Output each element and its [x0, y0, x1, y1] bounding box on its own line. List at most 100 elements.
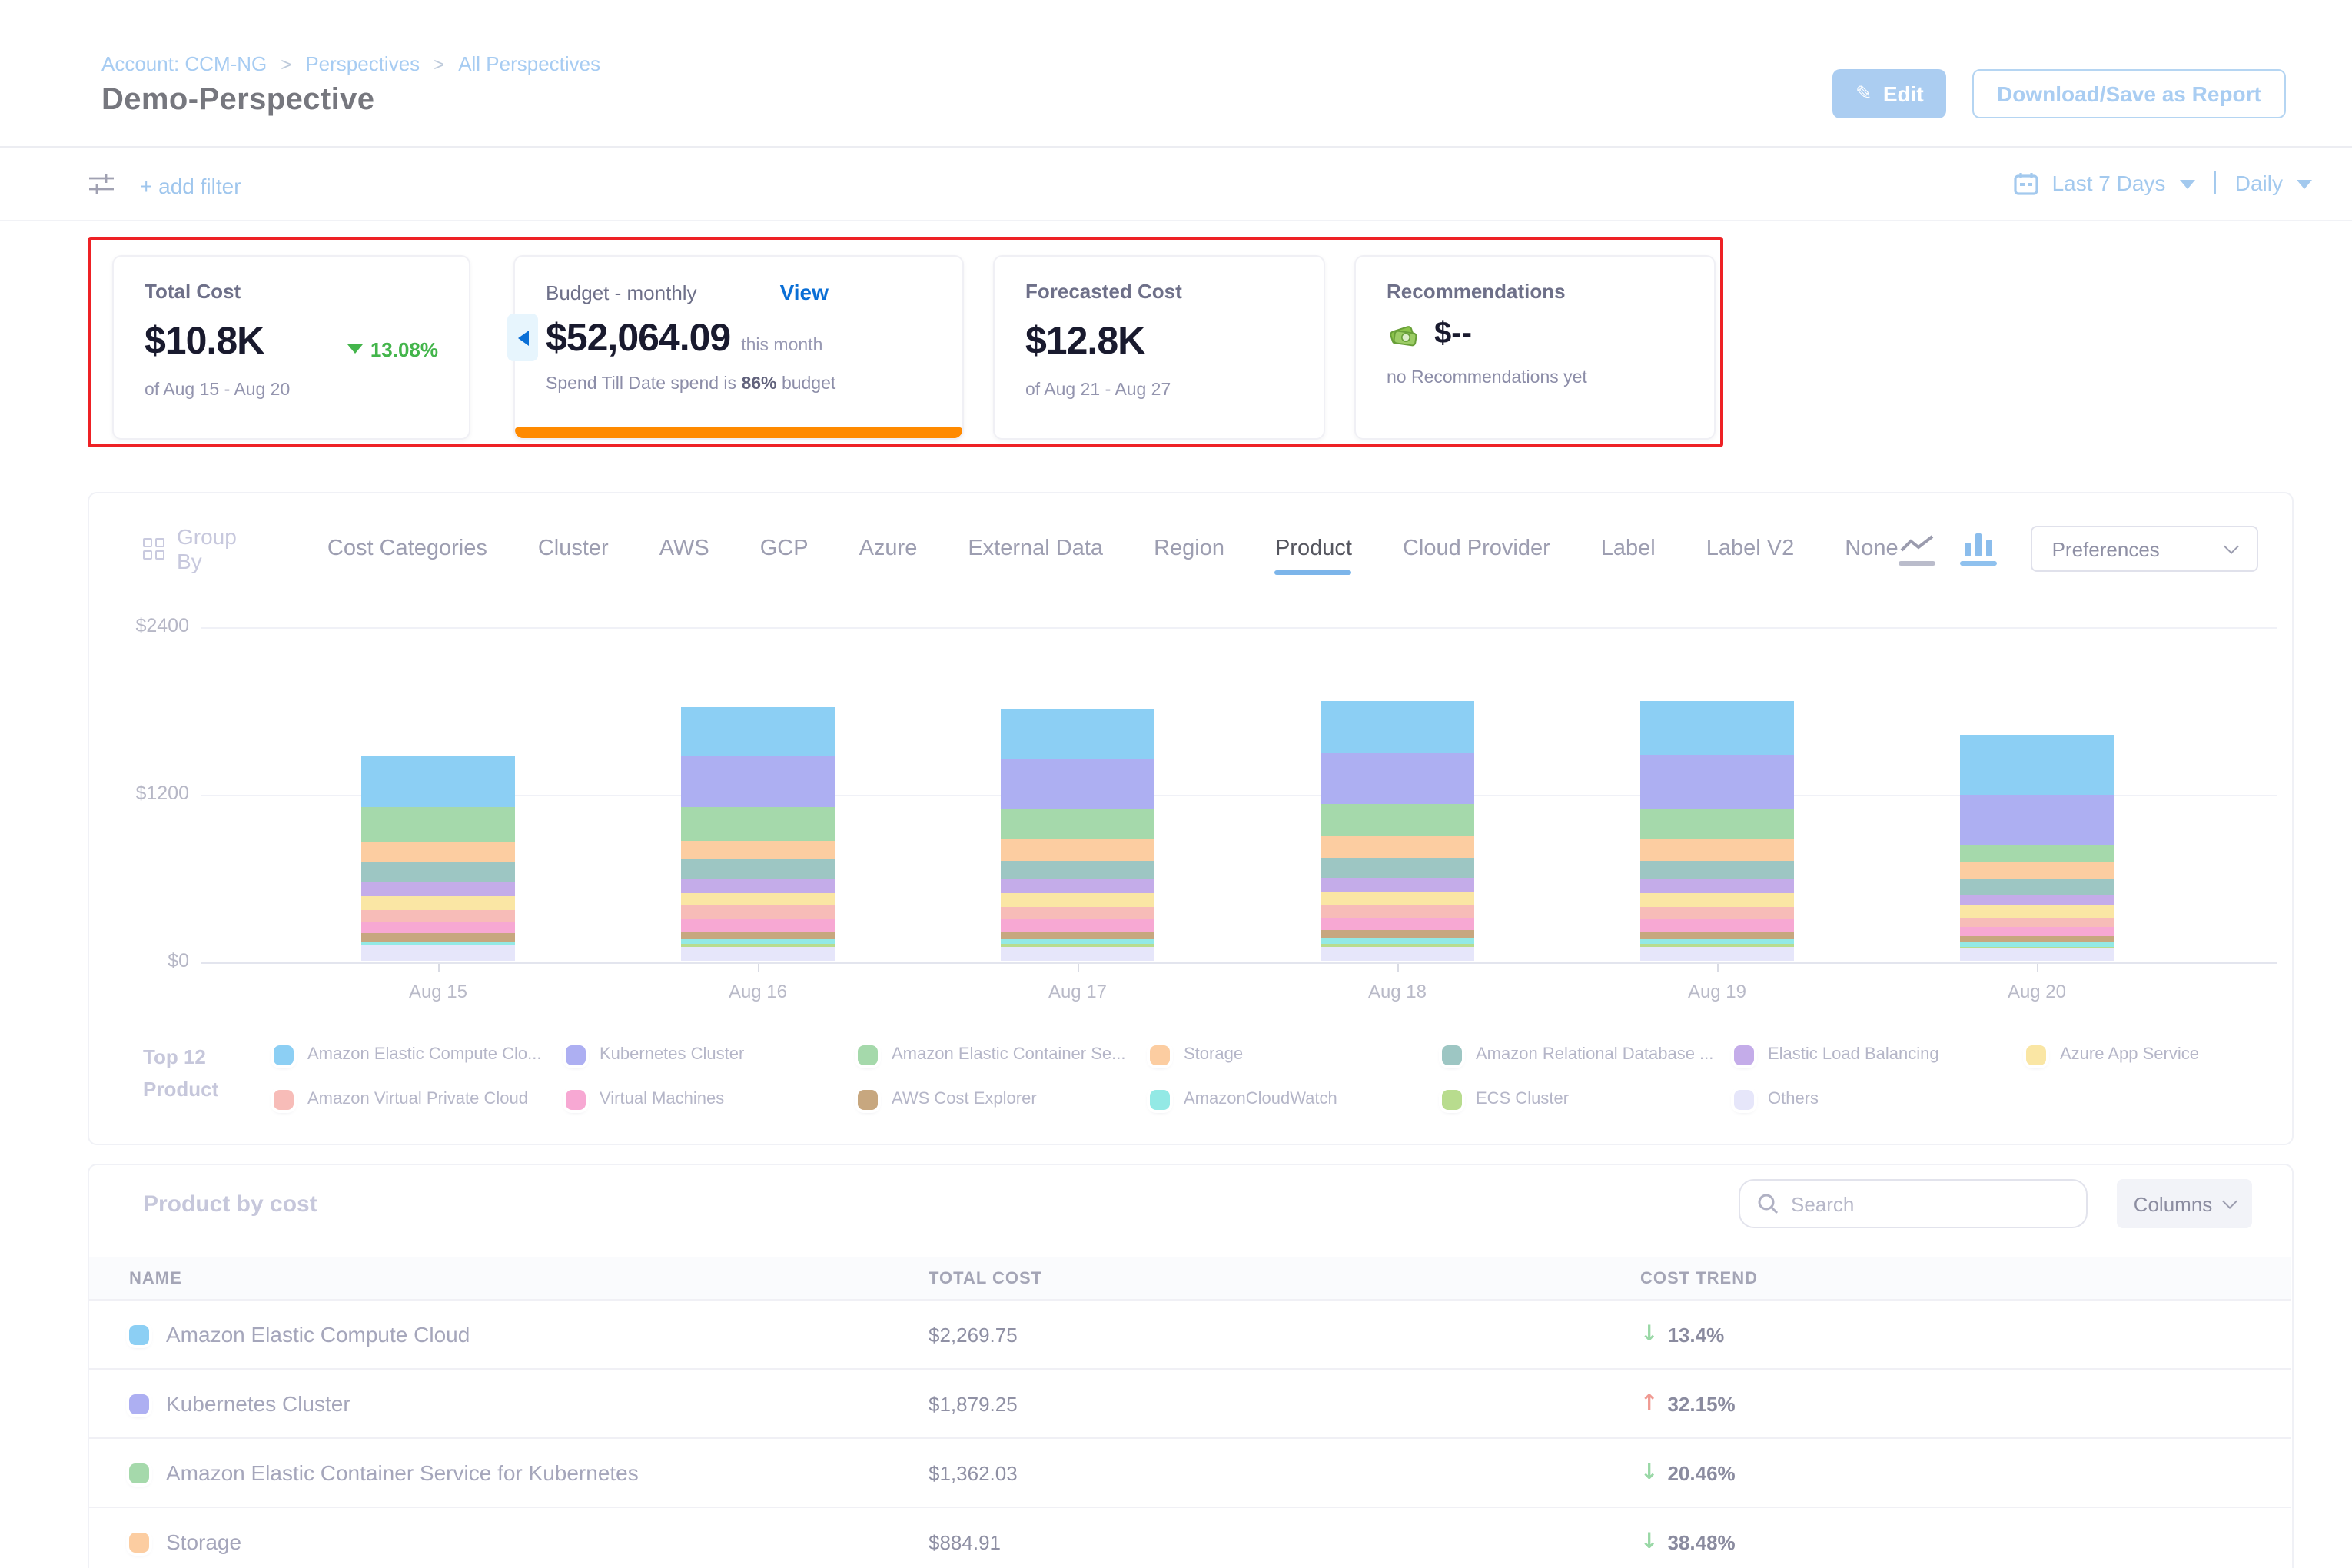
legend-swatch — [1734, 1089, 1754, 1109]
row-total-cost: $2,269.75 — [929, 1323, 1640, 1346]
groupby-tab-label-v2[interactable]: Label V2 — [1706, 537, 1795, 561]
bar-segment — [1001, 709, 1154, 759]
bar-segment — [1001, 809, 1154, 840]
bar-segment — [1640, 939, 1794, 945]
previous-card-button[interactable] — [507, 314, 538, 361]
y-axis-tick-label: $1200 — [97, 782, 189, 804]
stacked-bar-aug-16[interactable] — [681, 708, 835, 961]
legend-item[interactable]: Kubernetes Cluster — [566, 1042, 858, 1067]
chart-panel: Group By Cost CategoriesClusterAWSGCPAzu… — [88, 492, 2294, 1145]
line-chart-icon[interactable] — [1899, 533, 1935, 565]
table-row[interactable]: Amazon Elastic Container Service for Kub… — [89, 1439, 2291, 1508]
breadcrumb-item[interactable]: Account: CCM-NG — [101, 52, 267, 75]
recommendations-note: no Recommendations yet — [1387, 369, 1683, 387]
legend-item[interactable]: Others — [1734, 1087, 2026, 1111]
row-product-name: Storage — [166, 1530, 241, 1554]
stacked-bar-aug-15[interactable] — [361, 757, 515, 961]
bar-segment — [1640, 809, 1794, 840]
groupby-tab-cloud-provider[interactable]: Cloud Provider — [1403, 537, 1550, 561]
legend-item[interactable]: Storage — [1150, 1042, 1442, 1067]
legend-item[interactable]: Elastic Load Balancing — [1734, 1042, 2026, 1067]
bar-segment — [361, 807, 515, 842]
stacked-bar-aug-17[interactable] — [1001, 709, 1154, 961]
legend-title: Top 12 Product — [143, 1041, 218, 1105]
groupby-tab-product[interactable]: Product — [1275, 537, 1352, 561]
date-separator: | — [2208, 169, 2221, 197]
groupby-tab-none[interactable]: None — [1845, 537, 1898, 561]
table-row[interactable]: Kubernetes Cluster$1,879.25↑32.15% — [89, 1370, 2291, 1439]
legend-item[interactable]: Azure App Service — [2026, 1042, 2318, 1067]
caret-down-icon[interactable] — [2179, 180, 2194, 189]
groupby-tab-aws[interactable]: AWS — [659, 537, 709, 561]
row-product-name: Amazon Elastic Container Service for Kub… — [166, 1460, 639, 1485]
legend-item[interactable]: Amazon Relational Database ... — [1442, 1042, 1734, 1067]
breadcrumb-item[interactable]: All Perspectives — [458, 52, 600, 75]
groupby-tab-cost-categories[interactable]: Cost Categories — [327, 537, 487, 561]
groupby-tab-cluster[interactable]: Cluster — [538, 537, 609, 561]
add-filter-button[interactable]: + add filter — [140, 174, 241, 198]
bar-segment — [1321, 858, 1474, 877]
legend-item[interactable]: Virtual Machines — [566, 1087, 858, 1111]
stacked-bar-aug-19[interactable] — [1640, 701, 1794, 961]
row-total-cost: $1,879.25 — [929, 1392, 1640, 1415]
chevron-down-icon — [2222, 1194, 2237, 1209]
groupby-tab-region[interactable]: Region — [1154, 537, 1224, 561]
breadcrumb-item[interactable]: Perspectives — [305, 52, 420, 75]
x-axis-tick — [438, 964, 440, 972]
budget-view-link[interactable]: View — [780, 280, 829, 304]
card-title: Recommendations — [1387, 280, 1683, 303]
caret-down-icon[interactable] — [2297, 180, 2312, 189]
group-by-tabs: Cost Categories Cluster AWS GCP Azure Externa… — [327, 537, 1899, 561]
bar-segment — [1321, 753, 1474, 805]
bar-segment — [681, 807, 835, 841]
bar-chart-icon[interactable] — [1960, 533, 1997, 565]
stacked-bar-aug-18[interactable] — [1321, 700, 1474, 961]
search-input[interactable] — [1791, 1192, 2069, 1215]
budget-value-suffix: this month — [741, 337, 822, 355]
legend-item[interactable]: AmazonCloudWatch — [1150, 1087, 1442, 1111]
legend-item[interactable]: Amazon Elastic Compute Clo... — [274, 1042, 566, 1067]
groupby-tab-label[interactable]: Label — [1601, 537, 1656, 561]
legend-item[interactable]: Amazon Virtual Private Cloud — [274, 1087, 566, 1111]
bar-segment — [1001, 907, 1154, 919]
granularity-dropdown[interactable]: Daily — [2235, 171, 2283, 195]
row-cost-trend: 32.15% — [1667, 1392, 1735, 1415]
legend-swatch — [1442, 1089, 1462, 1109]
x-axis-label: Aug 19 — [1640, 981, 1794, 1002]
row-cost-trend: 20.46% — [1667, 1461, 1735, 1484]
breadcrumb: Account: CCM-NG>Perspectives>All Perspec… — [101, 52, 600, 75]
legend-item[interactable]: ECS Cluster — [1442, 1087, 1734, 1111]
table-row[interactable]: Storage$884.91↓38.48% — [89, 1508, 2291, 1568]
x-axis-tick — [758, 964, 759, 972]
legend-label: Storage — [1184, 1045, 1243, 1064]
bar-segment — [1960, 917, 2114, 927]
groupby-tab-gcp[interactable]: GCP — [760, 537, 809, 561]
row-cost-trend: 38.48% — [1667, 1530, 1735, 1553]
legend-item[interactable]: Amazon Elastic Container Se... — [858, 1042, 1150, 1067]
bar-segment — [681, 756, 835, 806]
bar-segment — [1321, 946, 1474, 961]
groupby-tab-azure[interactable]: Azure — [859, 537, 918, 561]
legend-label: AWS Cost Explorer — [892, 1090, 1037, 1108]
total-cost-trend: 13.08% — [347, 337, 438, 360]
cost-table-panel: Product by cost Columns NAME TOTAL COST … — [88, 1164, 2294, 1568]
legend-item[interactable]: AWS Cost Explorer — [858, 1087, 1150, 1111]
columns-dropdown[interactable]: Columns — [2117, 1179, 2252, 1228]
groupby-tab-external-data[interactable]: External Data — [968, 537, 1103, 561]
table-search[interactable] — [1739, 1179, 2088, 1228]
filter-sliders-icon[interactable] — [88, 172, 115, 197]
bar-segment — [1001, 947, 1154, 961]
trend-down-icon: ↓ — [1640, 1530, 1658, 1554]
x-axis-tick — [1078, 964, 1079, 972]
table-row[interactable]: Amazon Elastic Compute Cloud$2,269.75↓13… — [89, 1301, 2291, 1370]
trend-down-icon — [347, 344, 363, 354]
preferences-dropdown[interactable]: Preferences — [2031, 526, 2258, 572]
download-save-report-button[interactable]: Download/Save as Report — [1972, 69, 2286, 118]
bar-segment — [1321, 805, 1474, 837]
stacked-bar-aug-20[interactable] — [1960, 736, 2114, 961]
date-range-dropdown[interactable]: Last 7 Days — [2052, 171, 2166, 195]
edit-button[interactable]: ✎ Edit — [1832, 69, 1947, 118]
bar-segment — [1321, 905, 1474, 919]
legend-swatch — [858, 1045, 878, 1065]
y-axis-tick-label: $2400 — [97, 615, 189, 636]
